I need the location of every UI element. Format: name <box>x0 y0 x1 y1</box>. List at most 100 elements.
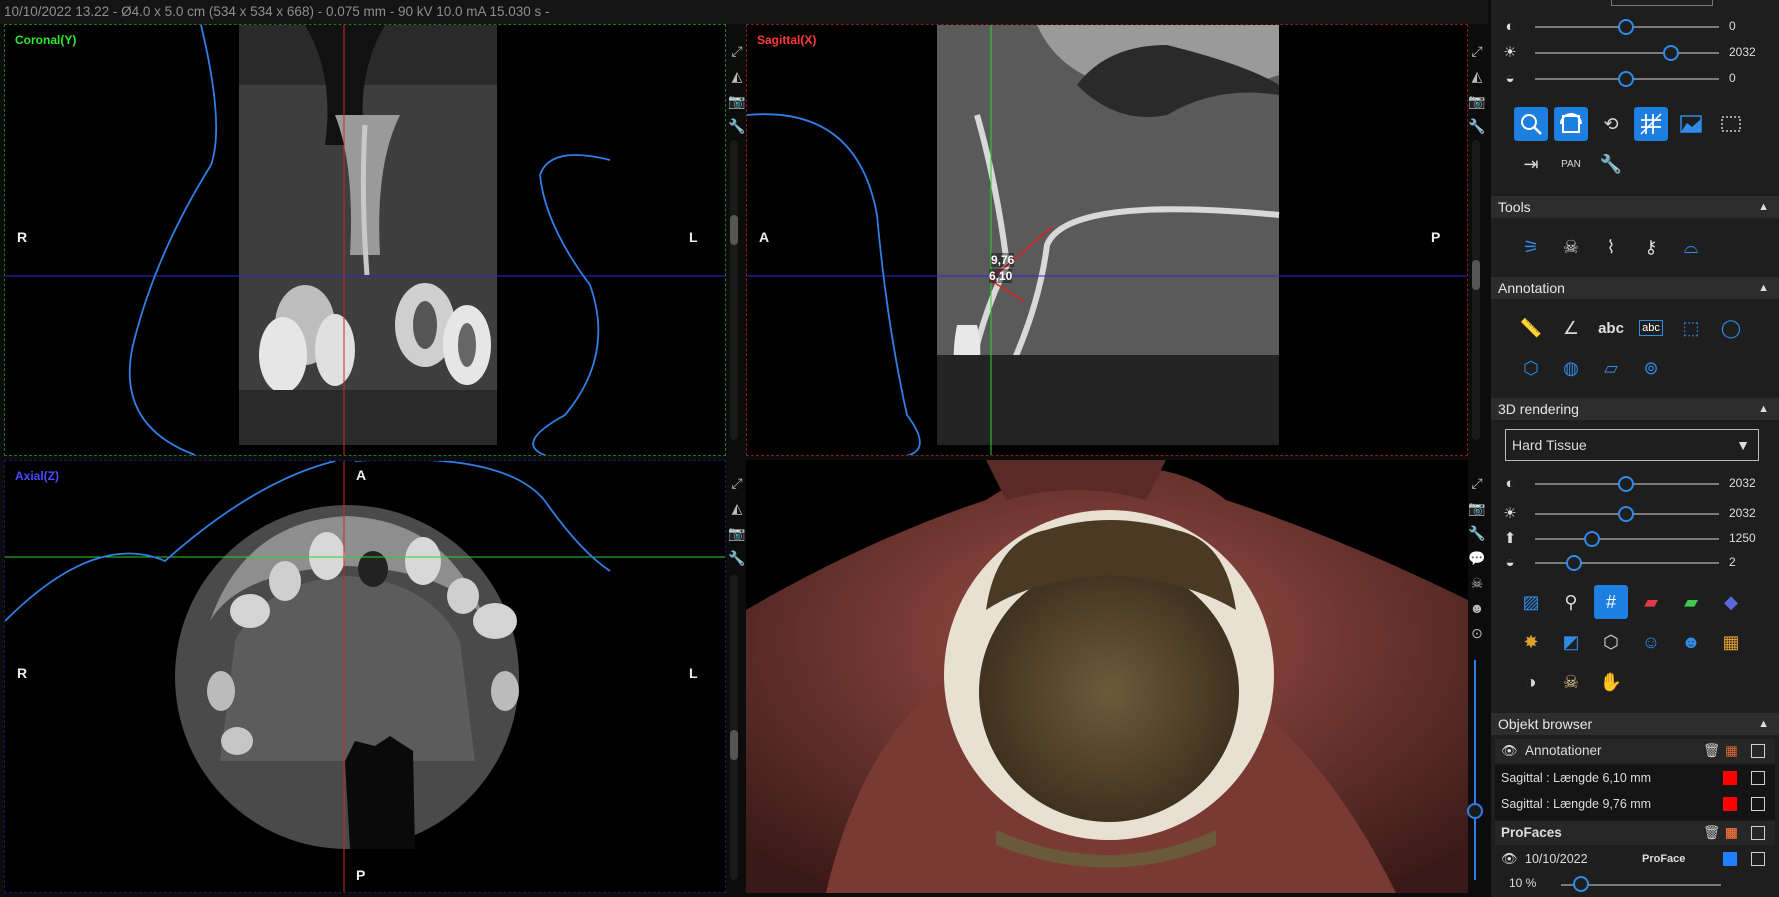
annotation-1-checkbox[interactable] <box>1751 771 1765 785</box>
coronal-scrollbar[interactable] <box>730 140 738 440</box>
head-side-button[interactable]: ☻ <box>1674 625 1708 659</box>
profaces-group-row[interactable]: ProFaces 🗑 ▦ <box>1495 821 1775 845</box>
flip-icon[interactable]: ◭ <box>726 497 748 519</box>
lock-icon[interactable]: ⊙ <box>1466 622 1488 644</box>
wrench-icon[interactable]: 🔧 <box>726 547 748 569</box>
eye-icon[interactable]: 👁 <box>1501 847 1518 871</box>
group-checkbox[interactable] <box>1751 744 1765 758</box>
flip-icon[interactable]: ◭ <box>1466 65 1488 87</box>
sagittal-view[interactable]: Sagittal(X) A P 9,76 6,10 <box>746 24 1468 456</box>
camera-icon[interactable]: 📷 <box>1466 90 1488 112</box>
render-contrast-slider[interactable]: ◐ 2032 <box>1491 472 1779 496</box>
camera-icon[interactable]: 📷 <box>726 90 748 112</box>
camera-icon[interactable]: 📷 <box>1466 497 1488 519</box>
proface-item[interactable]: 👁 10/10/2022 ProFace <box>1497 847 1773 871</box>
speech-bubble-icon[interactable]: 💬 <box>1466 547 1488 569</box>
wrench-icon[interactable]: 🔧 <box>1466 115 1488 137</box>
sagittal-scrollbar[interactable] <box>1472 140 1480 440</box>
label-tool-button[interactable]: abc <box>1634 311 1668 345</box>
histogram-button[interactable] <box>1674 107 1708 141</box>
annotation-1-color-swatch[interactable] <box>1723 771 1737 785</box>
import-button[interactable]: ⇥ <box>1514 147 1548 181</box>
skull-icon[interactable]: ☠ <box>1466 572 1488 594</box>
green-plane-button[interactable]: ▰ <box>1674 585 1708 619</box>
implant-tool-button[interactable]: ⚷ <box>1634 230 1668 264</box>
color-grid-icon[interactable]: ▦ <box>1725 821 1738 845</box>
curve-tool-button[interactable]: ⌇ <box>1594 230 1628 264</box>
render-histogram-button[interactable]: ▨ <box>1514 585 1548 619</box>
maximize-icon[interactable]: ⤢ <box>1466 472 1488 494</box>
settings-wrench-button[interactable]: 🔧 <box>1594 147 1628 181</box>
render-gamma-slider[interactable]: ◒ 2 <box>1491 551 1779 575</box>
wrench-icon[interactable]: 🔧 <box>726 115 748 137</box>
maximize-icon[interactable]: ⤢ <box>726 472 748 494</box>
top-gamma-slider[interactable]: ◒ 0 <box>1491 67 1779 91</box>
colored-axes-button[interactable]: ✸ <box>1514 625 1548 659</box>
grid-button[interactable] <box>1634 107 1668 141</box>
text-tool-button[interactable]: abc <box>1594 311 1628 345</box>
top-contrast-slider[interactable]: ◐ 0 <box>1491 15 1779 39</box>
angle-tool-button[interactable]: ∠ <box>1554 311 1588 345</box>
maximize-icon[interactable]: ⤢ <box>1466 40 1488 62</box>
face-icon[interactable]: ☻ <box>1466 597 1488 619</box>
plane-draw-button[interactable]: ▱ <box>1594 351 1628 385</box>
measurement-label-2[interactable]: 6,10 <box>989 269 1013 283</box>
bite-tool-button[interactable]: ⌓ <box>1674 230 1708 264</box>
half-head-button[interactable]: ◑ <box>1514 665 1548 699</box>
rendering-preset-select[interactable]: Hard Tissue ▼ <box>1505 429 1759 461</box>
pan-button[interactable]: PAN <box>1554 147 1588 181</box>
coronal-view[interactable]: Coronal(Y) R L <box>4 24 726 456</box>
blue-plane-button[interactable]: ◆ <box>1714 585 1748 619</box>
eye-icon[interactable]: 👁 <box>1501 739 1518 763</box>
proface-checkbox[interactable] <box>1751 852 1765 866</box>
object-browser-section-header[interactable]: Objekt browser ▲ <box>1491 713 1779 735</box>
selection-box-button[interactable] <box>1714 107 1748 141</box>
annotation-section-header[interactable]: Annotation ▲ <box>1491 277 1779 299</box>
camera-icon[interactable]: 📷 <box>726 522 748 544</box>
top-brightness-slider[interactable]: ☀ 2032 <box>1491 41 1779 65</box>
annotation-item-1[interactable]: Sagittal : Længde 6,10 mm <box>1497 766 1773 790</box>
cube-draw-button[interactable]: ⬡ <box>1514 351 1548 385</box>
cylinder-draw-button[interactable]: ⊚ <box>1634 351 1668 385</box>
clip-box-button[interactable]: ◩ <box>1554 625 1588 659</box>
trash-icon[interactable]: 🗑 <box>1703 739 1720 763</box>
ruler-tool-button[interactable]: 📏 <box>1514 311 1548 345</box>
zoom-fit-button[interactable] <box>1514 107 1548 141</box>
rotate-view-button[interactable] <box>1554 107 1588 141</box>
hand-tool-button[interactable]: ✋ <box>1594 665 1628 699</box>
panel-top-control[interactable] <box>1611 0 1713 6</box>
light-button[interactable]: ⚲ <box>1554 585 1588 619</box>
proface-color-swatch[interactable] <box>1723 852 1737 866</box>
wire-cube-button[interactable]: ⬡ <box>1594 625 1628 659</box>
box-draw-button[interactable]: ⬚ <box>1674 311 1708 345</box>
circle-draw-button[interactable]: ◯ <box>1714 311 1748 345</box>
annotation-2-checkbox[interactable] <box>1751 797 1765 811</box>
3d-rendering-section-header[interactable]: 3D rendering ▲ <box>1491 398 1779 420</box>
annotations-group-row[interactable]: 👁 Annotationer 🗑 ▦ <box>1495 739 1775 763</box>
measurement-label-1[interactable]: 9,76 <box>991 253 1015 267</box>
render-grid-button[interactable]: # <box>1594 585 1628 619</box>
render-threshold-slider[interactable]: ⬆ 1250 <box>1491 527 1779 551</box>
flip-icon[interactable]: ◭ <box>726 65 748 87</box>
render-brightness-slider[interactable]: ☀ 2032 <box>1491 502 1779 526</box>
color-grid-icon[interactable]: ▦ <box>1725 739 1738 763</box>
maximize-icon[interactable]: ⤢ <box>726 40 748 62</box>
axis-rotate-button[interactable]: ⟲ <box>1594 107 1628 141</box>
opacity-row[interactable]: 10 % <box>1491 872 1779 896</box>
head-front-button[interactable]: ☺ <box>1634 625 1668 659</box>
nerve-tool-button[interactable]: ⚞ <box>1514 230 1548 264</box>
wrench-icon[interactable]: 🔧 <box>1466 522 1488 544</box>
axial-scrollbar[interactable] <box>730 575 738 880</box>
red-plane-button[interactable]: ▰ <box>1634 585 1668 619</box>
3d-view[interactable] <box>746 460 1468 893</box>
color-palette-button[interactable]: ▦ <box>1714 625 1748 659</box>
axial-view[interactable]: Axial(Z) A P R L <box>4 460 726 893</box>
tools-section-header[interactable]: Tools ▲ <box>1491 196 1779 218</box>
profaces-checkbox[interactable] <box>1751 826 1765 840</box>
sphere-draw-button[interactable]: ◍ <box>1554 351 1588 385</box>
annotation-2-color-swatch[interactable] <box>1723 797 1737 811</box>
annotation-item-2[interactable]: Sagittal : Længde 9,76 mm <box>1497 792 1773 816</box>
3d-zoom-slider[interactable] <box>1467 660 1483 880</box>
trash-icon[interactable]: 🗑 <box>1703 821 1720 845</box>
skull-render-button[interactable]: ☠ <box>1554 665 1588 699</box>
